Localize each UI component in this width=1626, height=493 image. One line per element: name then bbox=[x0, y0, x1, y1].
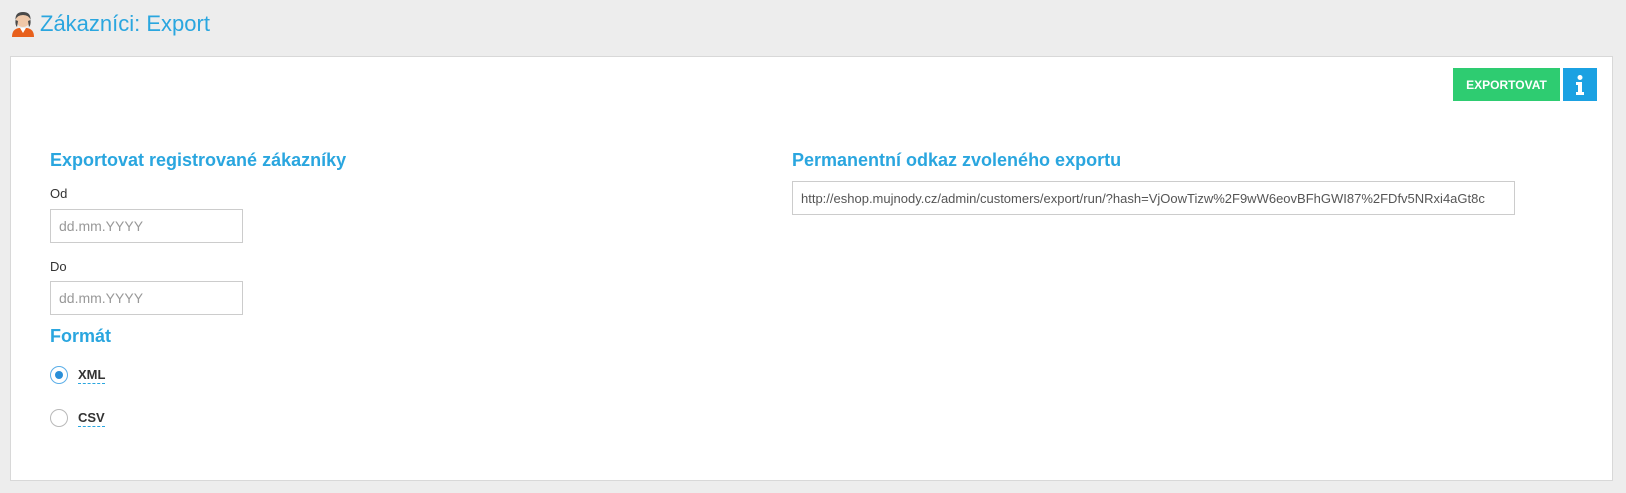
radio-button[interactable] bbox=[50, 409, 68, 427]
from-label: Od bbox=[50, 186, 68, 201]
info-icon bbox=[1576, 74, 1584, 95]
radio-dot bbox=[55, 371, 63, 379]
user-icon bbox=[12, 12, 34, 37]
format-option-label[interactable]: XML bbox=[78, 367, 106, 384]
info-button[interactable] bbox=[1563, 68, 1597, 101]
radio-button-checked[interactable] bbox=[50, 366, 68, 384]
export-panel: EXPORTOVAT Exportovat registrované zákaz… bbox=[10, 56, 1613, 481]
toolbar: EXPORTOVAT bbox=[1453, 68, 1597, 101]
page-header: Zákazníci: Export bbox=[10, 8, 210, 40]
export-section-title: Exportovat registrované zákazníky bbox=[50, 150, 347, 170]
format-section-title: Formát bbox=[50, 326, 112, 346]
permalink-section-title: Permanentní odkaz zvoleného exportu bbox=[792, 150, 1122, 170]
export-button[interactable]: EXPORTOVAT bbox=[1453, 68, 1560, 101]
page-title: Zákazníci: Export bbox=[40, 11, 210, 36]
format-radio-xml[interactable]: XML bbox=[50, 366, 106, 384]
permalink-input[interactable] bbox=[792, 181, 1515, 215]
format-radio-csv[interactable]: CSV bbox=[50, 409, 105, 427]
to-label: Do bbox=[50, 259, 67, 274]
from-date-input[interactable] bbox=[50, 209, 243, 243]
to-date-input[interactable] bbox=[50, 281, 243, 315]
format-option-label[interactable]: CSV bbox=[78, 410, 105, 427]
